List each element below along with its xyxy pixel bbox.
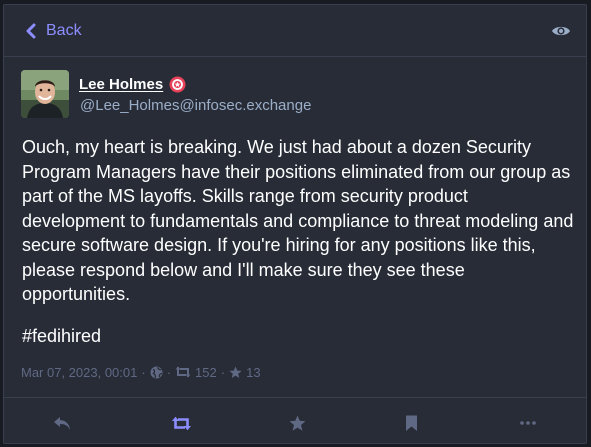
more-button[interactable] — [516, 413, 540, 433]
timestamp-link[interactable]: Mar 07, 2023, 00:01 — [21, 365, 137, 380]
favourite-button[interactable] — [285, 413, 309, 433]
ellipsis-icon — [520, 421, 536, 425]
verified-badge-icon — [169, 76, 186, 92]
status-content: Ouch, my heart is breaking. We just had … — [22, 137, 574, 304]
globe-icon — [150, 366, 163, 378]
back-button[interactable]: Back — [25, 20, 82, 42]
action-bar — [4, 397, 586, 445]
chevron-left-icon — [26, 23, 36, 39]
reply-icon — [54, 416, 70, 430]
bookmark-icon — [405, 415, 417, 431]
author-display-name[interactable]: Lee Holmes — [79, 76, 163, 93]
author-name-row: Lee Holmes — [79, 74, 186, 94]
meta-separator: · — [141, 364, 146, 380]
boost-count-icon — [175, 366, 191, 378]
star-icon — [289, 415, 305, 431]
bookmark-button[interactable] — [399, 413, 423, 433]
favourite-count: 13 — [246, 364, 261, 380]
back-label: Back — [46, 22, 82, 39]
column-header: Back — [4, 5, 586, 57]
author-handle[interactable]: @Lee_Holmes@infosec.exchange — [80, 97, 311, 114]
status-card: Back Lee Holmes @Lee_Holmes@infosec.exch… — [3, 4, 587, 444]
boost-count: 152 — [195, 364, 217, 380]
meta-separator: · — [166, 364, 172, 380]
avatar[interactable] — [21, 70, 69, 118]
avatar-image — [21, 70, 69, 118]
favourite-count-icon — [229, 366, 242, 378]
status-meta: Mar 07, 2023, 00:01 · · 152 · 13 — [21, 364, 261, 380]
reply-button[interactable] — [50, 413, 74, 433]
meta-separator: · — [220, 364, 226, 380]
hashtag-link[interactable]: #fedihired — [22, 326, 101, 347]
eye-icon[interactable] — [551, 24, 571, 38]
boost-button[interactable] — [169, 413, 193, 433]
boost-icon — [171, 416, 191, 430]
